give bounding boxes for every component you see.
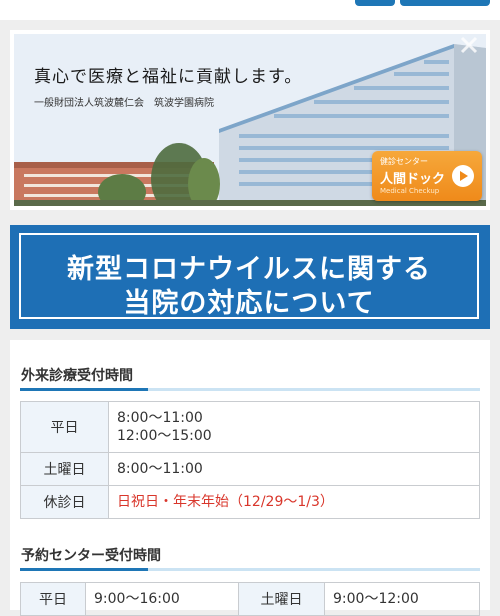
day-cell: 土曜日 [20, 452, 109, 486]
time-cell: 9:00～16:00 [85, 582, 239, 616]
covid-banner-frame: 新型コロナウイルスに関する 当院の対応について [19, 233, 479, 319]
time-cell: 8:00～11:00 [108, 452, 480, 486]
table-row: 平日 9:00～16:00 土曜日 9:00～12:00 [20, 582, 480, 616]
hero-tagline: 真心で医療と福祉に貢献します。 [34, 67, 303, 87]
time-cell: 8:00～11:00 12:00～15:00 [108, 401, 480, 453]
hero-banner: 真心で医療と福祉に貢献します。 一般財団法人筑波麓仁会 筑波学園病院 健診センタ… [14, 34, 486, 206]
hours-card: 外来診療受付時間 平日 8:00～11:00 12:00～15:00 土曜日 8… [10, 340, 490, 616]
time-afternoon: 12:00～15:00 [117, 428, 212, 444]
closed-days-cell: 日祝日・年末年始（12/29～1/3） [108, 485, 480, 519]
checkup-main-label: 人間ドック [380, 172, 446, 187]
outpatient-hours-title: 外来診療受付時間 [21, 368, 133, 384]
table-row: 土曜日 8:00～11:00 [20, 452, 480, 486]
day-cell: 平日 [20, 401, 109, 453]
hero-card: 真心で医療と福祉に貢献します。 一般財団法人筑波麓仁会 筑波学園病院 健診センタ… [10, 30, 490, 210]
medical-checkup-button[interactable]: 健診センター 人間ドック Medical Checkup [372, 151, 482, 201]
time-cell: 9:00～12:00 [324, 582, 480, 616]
table-row: 平日 8:00～11:00 12:00～15:00 [20, 401, 480, 453]
day-cell: 休診日 [20, 485, 109, 519]
checkup-english-label: Medical Checkup [380, 187, 440, 195]
outpatient-hours-table: 平日 8:00～11:00 12:00～15:00 土曜日 8:00～11:00… [20, 401, 480, 519]
header-button-right[interactable] [400, 0, 490, 6]
reservation-hours-title: 予約センター受付時間 [21, 548, 161, 564]
play-icon [452, 165, 474, 187]
table-row: 休診日 日祝日・年末年始（12/29～1/3） [20, 485, 480, 519]
header-button-left[interactable] [355, 0, 395, 6]
outpatient-hours-heading: 外来診療受付時間 [20, 362, 480, 391]
day-cell: 平日 [20, 582, 86, 616]
hospital-name: 一般財団法人筑波麓仁会 筑波学園病院 [34, 98, 214, 109]
top-header [0, 0, 500, 20]
covid-banner-line2: 当院の対応について [123, 288, 375, 319]
reservation-hours-heading: 予約センター受付時間 [20, 542, 480, 571]
time-morning: 8:00～11:00 [117, 410, 203, 426]
reservation-hours-table: 平日 9:00～16:00 土曜日 9:00～12:00 [20, 582, 480, 616]
covid-info-banner[interactable]: 新型コロナウイルスに関する 当院の対応について [10, 225, 490, 329]
checkup-center-label: 健診センター [380, 157, 428, 166]
day-cell: 土曜日 [238, 582, 325, 616]
